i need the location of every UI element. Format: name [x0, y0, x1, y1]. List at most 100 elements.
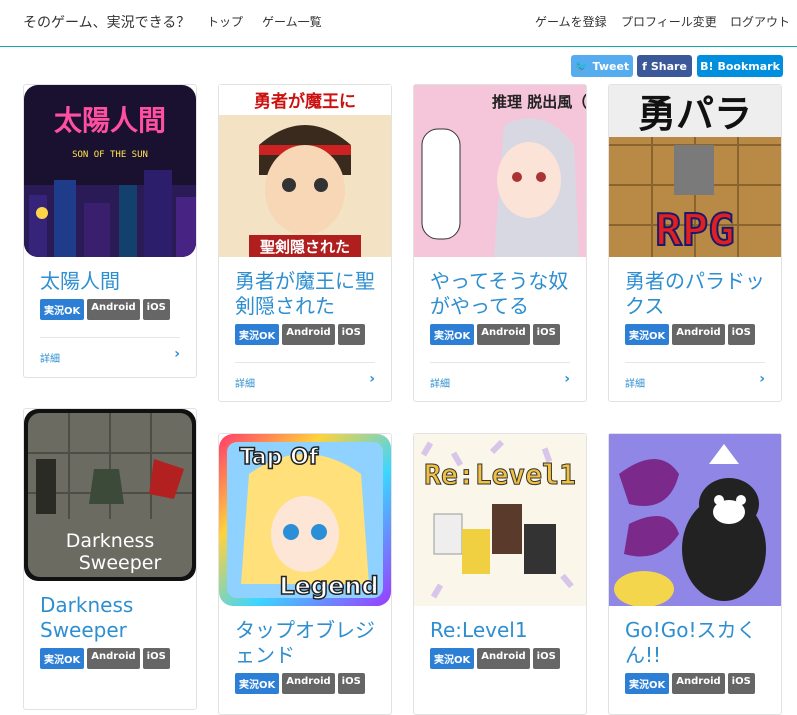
- game-thumbnail[interactable]: 勇者が魔王に 聖剣隠された: [219, 85, 391, 257]
- detail-link[interactable]: 詳細 ›: [40, 337, 180, 376]
- tag-android: Android: [282, 673, 335, 694]
- game-title[interactable]: Darkness Sweeper: [40, 593, 190, 643]
- facebook-share-button[interactable]: f Share: [637, 55, 692, 77]
- game-card[interactable]: Tap Of Legend タップオブレジェンド 実況OK Android iO…: [218, 433, 392, 715]
- tag-jikkyo-ok: 実況OK: [235, 324, 280, 345]
- top-nav: そのゲーム、実況できる？ トップ ゲーム一覧 ゲームを登録 プロフィール変更 ロ…: [0, 0, 797, 47]
- game-title[interactable]: Go!Go!スカくん!!: [625, 618, 775, 668]
- chevron-right-icon: ›: [759, 371, 765, 387]
- detail-label: 詳細: [40, 354, 60, 365]
- game-thumbnail[interactable]: Darkness Sweeper: [24, 409, 196, 581]
- tag-list: 実況OK Android iOS: [430, 648, 560, 669]
- hatena-icon: B!: [700, 59, 714, 73]
- game-title[interactable]: 勇者が魔王に聖剣隠された: [235, 269, 385, 319]
- twitter-icon: 🐦: [574, 59, 589, 73]
- game-card[interactable]: 太陽人間 SON OF THE SUN 太陽人間 実況OK Android iO…: [23, 84, 197, 378]
- tag-jikkyo-ok: 実況OK: [625, 673, 670, 694]
- tag-android: Android: [282, 324, 335, 345]
- game-card[interactable]: Go!Go!スカくん!! 実況OK Android iOS: [608, 433, 782, 715]
- chevron-right-icon: ›: [174, 346, 180, 362]
- svg-text:推理 脱出風（笑）ゲーム: 推理 脱出風（笑）ゲーム: [492, 93, 586, 111]
- game-art: 勇パラ RPG: [609, 85, 781, 257]
- tag-android: Android: [672, 673, 725, 694]
- chevron-right-icon: ›: [564, 371, 570, 387]
- detail-link[interactable]: 詳細 ›: [430, 362, 570, 401]
- tag-list: 実況OK Android iOS: [430, 324, 560, 345]
- svg-text:勇者が魔王に: 勇者が魔王に: [254, 91, 356, 112]
- hatena-bookmark-button[interactable]: B! Bookmark: [697, 55, 783, 77]
- game-thumbnail[interactable]: 太陽人間 SON OF THE SUN: [24, 85, 196, 257]
- game-art: Tap Of Legend: [219, 434, 391, 606]
- game-title[interactable]: 勇者のパラドックス: [625, 269, 775, 319]
- svg-text:Re:Level1: Re:Level1: [424, 458, 576, 491]
- tag-android: Android: [87, 299, 140, 320]
- game-card[interactable]: Re:Level1 Re:Level1 実況OK Android iOS: [413, 433, 587, 715]
- tag-ios: iOS: [142, 299, 170, 320]
- tag-ios: iOS: [337, 673, 365, 694]
- svg-text:Sweeper: Sweeper: [79, 552, 162, 574]
- game-card[interactable]: 勇パラ RPG 勇者のパラドックス 実況OK Android iOS 詳細 ›: [608, 84, 782, 402]
- svg-text:SON OF THE SUN: SON OF THE SUN: [72, 150, 148, 160]
- tag-jikkyo-ok: 実況OK: [625, 324, 670, 345]
- tweet-button[interactable]: 🐦 Tweet: [571, 55, 633, 77]
- tag-list: 実況OK Android iOS: [625, 673, 755, 694]
- game-title[interactable]: 太陽人間: [40, 269, 190, 294]
- tag-android: Android: [87, 648, 140, 669]
- detail-label: 詳細: [625, 379, 645, 390]
- nav-logout[interactable]: ログアウト: [730, 13, 790, 30]
- svg-text:Tap Of: Tap Of: [240, 445, 319, 470]
- game-card[interactable]: Darkness Sweeper Darkness Sweeper 実況OK A…: [23, 408, 197, 710]
- svg-text:Legend: Legend: [279, 572, 378, 600]
- tag-jikkyo-ok: 実況OK: [430, 648, 475, 669]
- game-thumbnail[interactable]: Tap Of Legend: [219, 434, 391, 606]
- game-card[interactable]: 勇者が魔王に 聖剣隠された 勇者が魔王に聖剣隠された 実況OK Android …: [218, 84, 392, 402]
- tag-ios: iOS: [727, 324, 755, 345]
- game-art: 勇者が魔王に 聖剣隠された: [219, 85, 391, 257]
- game-title[interactable]: Re:Level1: [430, 618, 580, 643]
- tag-jikkyo-ok: 実況OK: [40, 648, 85, 669]
- tag-list: 実況OK Android iOS: [40, 299, 170, 320]
- nav-register-game[interactable]: ゲームを登録: [535, 13, 607, 30]
- svg-text:太陽人間: 太陽人間: [54, 104, 166, 137]
- game-thumbnail[interactable]: Re:Level1: [414, 434, 586, 606]
- svg-text:勇パラ: 勇パラ: [638, 92, 752, 136]
- game-thumbnail[interactable]: 勇パラ RPG: [609, 85, 781, 257]
- tag-ios: iOS: [727, 673, 755, 694]
- facebook-icon: f: [642, 59, 647, 73]
- tag-android: Android: [477, 648, 530, 669]
- tag-list: 実況OK Android iOS: [235, 673, 365, 694]
- tag-jikkyo-ok: 実況OK: [40, 299, 85, 320]
- svg-text:RPG: RPG: [655, 205, 734, 256]
- svg-text:聖剣隠された: 聖剣隠された: [260, 238, 350, 256]
- chevron-right-icon: ›: [369, 371, 375, 387]
- detail-link[interactable]: 詳細 ›: [235, 362, 375, 401]
- game-art: 太陽人間 SON OF THE SUN: [24, 85, 196, 257]
- tag-ios: iOS: [337, 324, 365, 345]
- detail-label: 詳細: [235, 379, 255, 390]
- site-brand[interactable]: そのゲーム、実況できる？: [23, 12, 190, 32]
- tag-android: Android: [672, 324, 725, 345]
- game-card[interactable]: 推理 脱出風（笑）ゲーム やってそうな奴がやってる 実況OK Android i…: [413, 84, 587, 402]
- game-title[interactable]: やってそうな奴がやってる: [430, 269, 580, 319]
- game-art: Darkness Sweeper: [24, 409, 196, 581]
- tag-jikkyo-ok: 実況OK: [235, 673, 280, 694]
- game-title[interactable]: タップオブレジェンド: [235, 618, 385, 668]
- tag-ios: iOS: [532, 648, 560, 669]
- tag-list: 実況OK Android iOS: [235, 324, 365, 345]
- tag-ios: iOS: [532, 324, 560, 345]
- nav-top[interactable]: トップ: [207, 13, 243, 30]
- detail-link[interactable]: 詳細 ›: [625, 362, 765, 401]
- nav-game-list[interactable]: ゲーム一覧: [262, 13, 322, 30]
- tag-list: 実況OK Android iOS: [625, 324, 755, 345]
- tag-list: 実況OK Android iOS: [40, 648, 170, 669]
- svg-text:Darkness: Darkness: [66, 530, 155, 552]
- game-thumbnail[interactable]: [609, 434, 781, 606]
- game-thumbnail[interactable]: 推理 脱出風（笑）ゲーム: [414, 85, 586, 257]
- game-art: [609, 434, 781, 606]
- detail-label: 詳細: [430, 379, 450, 390]
- game-art: 推理 脱出風（笑）ゲーム: [414, 85, 586, 257]
- tag-android: Android: [477, 324, 530, 345]
- game-art: Re:Level1: [414, 434, 586, 606]
- tag-ios: iOS: [142, 648, 170, 669]
- nav-profile[interactable]: プロフィール変更: [621, 13, 717, 30]
